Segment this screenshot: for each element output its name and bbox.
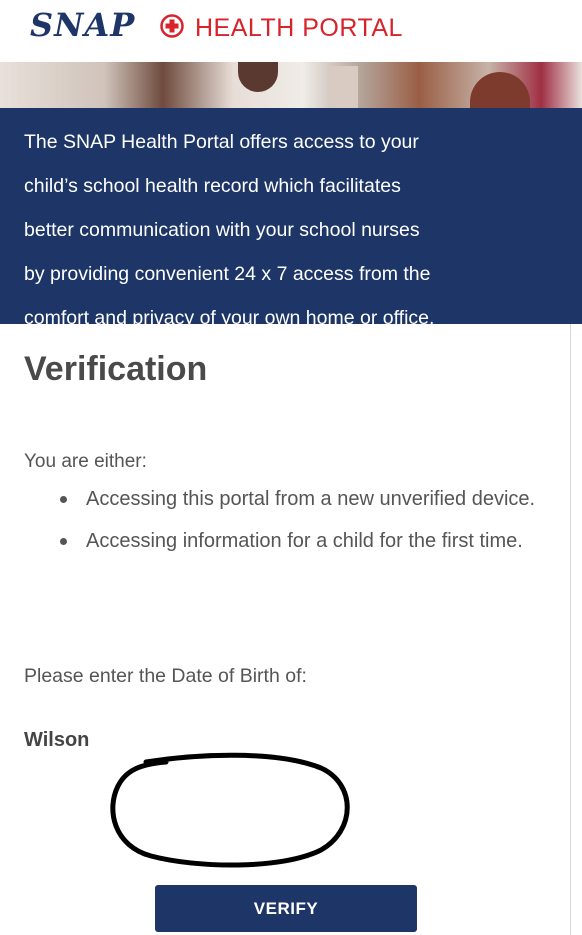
bullet-icon xyxy=(60,496,67,503)
hero-image xyxy=(0,62,582,108)
logo-brand: SNAP xyxy=(30,6,136,44)
logo-bar: SNAP HEALTH PORTAL xyxy=(0,0,582,58)
reason-text: Accessing information for a child for th… xyxy=(86,530,523,552)
intro-text: The SNAP Health Portal offers access to … xyxy=(24,131,435,329)
page-title: Verification xyxy=(24,350,208,388)
bullet-icon xyxy=(60,538,67,545)
dob-prompt: Please enter the Date of Birth of: xyxy=(24,665,307,687)
logo-portal-text: HEALTH PORTAL xyxy=(195,14,403,42)
reason-text: Accessing this portal from a new unverif… xyxy=(86,488,536,510)
reason-list: Accessing this portal from a new unverif… xyxy=(58,480,578,564)
content-border xyxy=(570,324,571,935)
medical-cross-icon xyxy=(160,14,184,38)
either-label: You are either: xyxy=(24,451,147,472)
child-name: Wilson xyxy=(24,729,90,751)
list-item: Accessing this portal from a new unverif… xyxy=(58,480,578,518)
verify-button[interactable]: VERIFY xyxy=(155,885,417,932)
intro-banner: The SNAP Health Portal offers access to … xyxy=(0,108,582,329)
list-item: Accessing information for a child for th… xyxy=(58,522,578,560)
dob-field-redaction[interactable] xyxy=(106,750,358,870)
